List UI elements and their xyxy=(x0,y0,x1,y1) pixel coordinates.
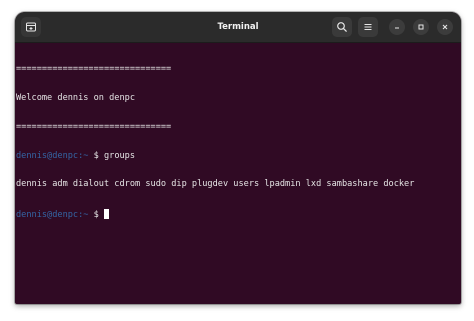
close-button[interactable] xyxy=(437,19,453,35)
prompt-user-host: dennis@denpc xyxy=(16,150,79,161)
prompt-path: :~ xyxy=(78,150,89,161)
terminal-window: Terminal ============================== … xyxy=(15,12,461,304)
title-bar[interactable]: Terminal xyxy=(15,12,461,43)
hamburger-menu-icon xyxy=(362,21,374,33)
text-cursor xyxy=(103,209,109,220)
minimize-button[interactable] xyxy=(389,19,405,35)
maximize-icon xyxy=(417,18,425,36)
terminal-line: ============================== xyxy=(16,64,172,75)
terminal-line: ============================== xyxy=(16,121,172,132)
terminal-line: Welcome dennis on denpc xyxy=(16,92,135,103)
search-button[interactable] xyxy=(332,17,352,37)
terminal-line: dennis adm dialout cdrom sudo dip plugde… xyxy=(16,179,415,190)
prompt-symbol: $ xyxy=(88,210,104,221)
maximize-button[interactable] xyxy=(413,19,429,35)
prompt-path: :~ xyxy=(78,210,89,221)
command-text: groups xyxy=(103,150,136,161)
search-icon xyxy=(336,21,348,33)
prompt-line: dennis@denpc:~ $ groups xyxy=(16,150,461,162)
minimize-icon xyxy=(393,18,401,36)
menu-button[interactable] xyxy=(358,17,378,37)
prompt-line: dennis@denpc:~ $ xyxy=(16,209,461,221)
terminal-output[interactable]: ============================== Welcome d… xyxy=(15,43,461,238)
close-icon xyxy=(441,18,449,36)
prompt-symbol: $ xyxy=(88,150,104,161)
prompt-user-host: dennis@denpc xyxy=(16,210,79,221)
